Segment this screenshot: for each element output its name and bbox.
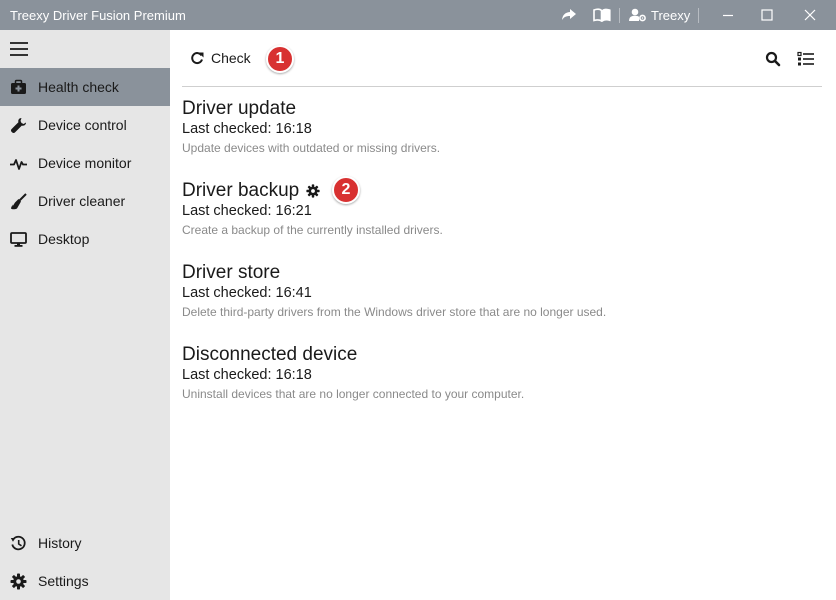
- history-icon: [10, 535, 26, 551]
- last-checked-text: Last checked: 16:18: [182, 121, 312, 137]
- sidebar-item-label: History: [38, 535, 82, 551]
- sidebar-item-driver-cleaner[interactable]: Driver cleaner: [0, 182, 170, 220]
- maximize-icon: [761, 9, 773, 21]
- last-checked-text: Last checked: 16:41: [182, 285, 312, 301]
- last-checked-text: Last checked: 16:21: [182, 203, 312, 219]
- section-disconnected-device: Disconnected device Last checked: 16:18 …: [182, 344, 802, 401]
- section-title[interactable]: Driver update: [182, 98, 296, 120]
- section-description: Uninstall devices that are no longer con…: [182, 387, 525, 401]
- gear-icon: [10, 573, 27, 590]
- title-bar: Treexy Driver Fusion Premium Treexy: [0, 0, 836, 30]
- refresh-icon: [191, 52, 204, 64]
- close-icon: [804, 9, 816, 21]
- section-driver-backup: Driver backup Last checked: 16:21 Create…: [182, 180, 802, 237]
- check-button[interactable]: Check: [190, 47, 251, 69]
- close-button[interactable]: [795, 0, 825, 30]
- callout-badge: 1: [266, 45, 294, 73]
- hamburger-menu-icon[interactable]: [10, 42, 30, 58]
- gear-icon[interactable]: [306, 184, 320, 198]
- broom-icon: [11, 193, 27, 210]
- toolbar: Check 1: [182, 30, 822, 87]
- first-aid-kit-icon: [11, 79, 26, 94]
- pulse-icon: [10, 159, 27, 170]
- wrench-icon: [10, 118, 26, 134]
- section-title[interactable]: Driver store: [182, 262, 280, 284]
- sidebar-item-label: Device monitor: [38, 155, 132, 171]
- sidebar-item-label: Driver cleaner: [38, 193, 126, 209]
- account-button[interactable]: Treexy: [629, 0, 709, 30]
- check-button-label: Check: [211, 50, 251, 66]
- user-settings-icon: [629, 8, 646, 22]
- titlebar-divider: [698, 8, 699, 23]
- sidebar-item-desktop[interactable]: Desktop: [0, 220, 170, 258]
- share-icon: [562, 9, 576, 20]
- share-button[interactable]: [558, 0, 580, 30]
- view-options-button[interactable]: [797, 50, 815, 68]
- sidebar-item-label: Desktop: [38, 231, 90, 247]
- sidebar-item-device-control[interactable]: Device control: [0, 106, 170, 144]
- section-description: Delete third-party drivers from the Wind…: [182, 305, 607, 319]
- section-description: Update devices with outdated or missing …: [182, 141, 441, 155]
- main-panel: Check 1 Driver update Last checked: 16:1…: [170, 30, 836, 600]
- titlebar-divider: [619, 8, 620, 23]
- section-driver-store: Driver store Last checked: 16:41 Delete …: [182, 262, 802, 319]
- book-icon: [593, 8, 611, 22]
- section-driver-update: Driver update Last checked: 16:18 Update…: [182, 98, 802, 155]
- manual-button[interactable]: [591, 0, 613, 30]
- app-window: Treexy Driver Fusion Premium Treexy Heal…: [0, 0, 836, 600]
- sidebar-item-label: Device control: [38, 117, 127, 133]
- sidebar-item-settings[interactable]: Settings: [0, 562, 170, 600]
- user-name: Treexy: [651, 7, 691, 23]
- section-description: Create a backup of the currently install…: [182, 223, 443, 237]
- search-icon: [765, 51, 781, 67]
- sidebar-item-label: Health check: [38, 79, 119, 95]
- sidebar: Health check Device control Device monit…: [0, 30, 170, 600]
- section-title[interactable]: Disconnected device: [182, 344, 357, 366]
- section-title[interactable]: Driver backup: [182, 180, 299, 202]
- sidebar-item-device-monitor[interactable]: Device monitor: [0, 144, 170, 182]
- minimize-icon: [723, 14, 733, 17]
- sidebar-item-label: Settings: [38, 573, 89, 589]
- callout-badge: 2: [332, 176, 360, 204]
- section-title-row: Driver backup: [182, 180, 320, 202]
- last-checked-text: Last checked: 16:18: [182, 367, 312, 383]
- window-title: Treexy Driver Fusion Premium: [10, 8, 186, 23]
- monitor-icon: [10, 232, 27, 247]
- sidebar-item-health-check[interactable]: Health check: [0, 68, 170, 106]
- minimize-button[interactable]: [713, 0, 743, 30]
- maximize-button[interactable]: [752, 0, 782, 30]
- search-button[interactable]: [765, 51, 781, 67]
- sidebar-item-history[interactable]: History: [0, 524, 170, 562]
- list-view-icon: [797, 51, 814, 66]
